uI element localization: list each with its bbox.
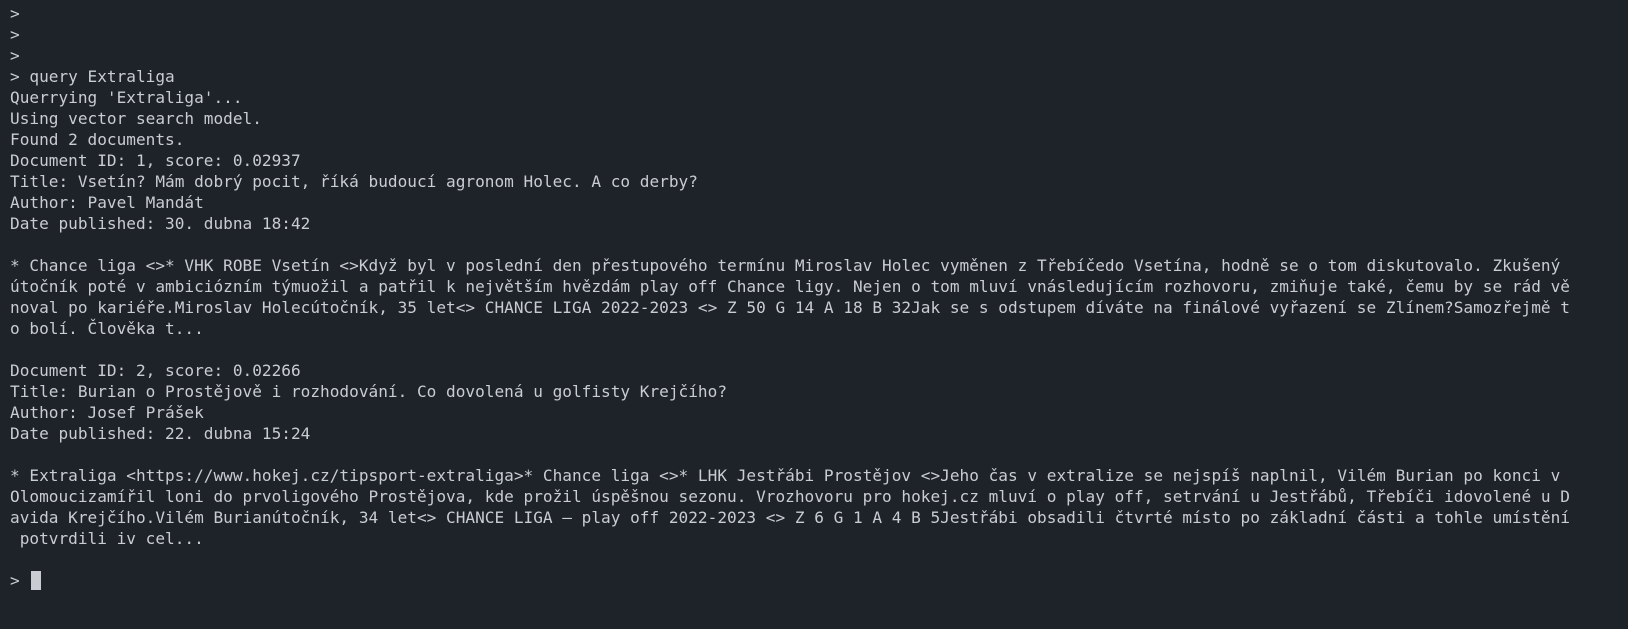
document-body-line: o bolí. Člověka t... <box>10 319 204 338</box>
document-body-line: noval po kariéře.Miroslav Holecútočník, … <box>10 298 1570 317</box>
document-date-line: Date published: 30. dubna 18:42 <box>10 214 311 233</box>
output-line: > <box>10 46 20 65</box>
prompt-line[interactable]: > <box>10 570 1628 591</box>
document-body-line: potvrdili iv cel... <box>10 529 204 548</box>
output-line: Using vector search model. <box>10 109 262 128</box>
output-line: Querrying 'Extraliga'... <box>10 88 243 107</box>
document-body-line: avida Krejčího.Vilém Burianútočník, 34 l… <box>10 508 1570 527</box>
text-cursor <box>31 571 42 590</box>
document-id-line: Document ID: 2, score: 0.02266 <box>10 361 301 380</box>
document-body-line: útočník poté v ambiciózním týmuožil a pa… <box>10 277 1570 296</box>
command-line: > query Extraliga <box>10 67 175 86</box>
output-line: Found 2 documents. <box>10 130 185 149</box>
document-title-line: Title: Vsetín? Mám dobrý pocit, říká bud… <box>10 172 698 191</box>
output-line: > <box>10 25 20 44</box>
terminal-window[interactable]: > > > > query Extraliga Querrying 'Extra… <box>0 0 1628 629</box>
output-line: > <box>10 4 20 23</box>
document-author-line: Author: Pavel Mandát <box>10 193 204 212</box>
document-body-line: Olomoucizamířil loni do prvoligového Pro… <box>10 487 1570 506</box>
document-title-line: Title: Burian o Prostějově i rozhodování… <box>10 382 728 401</box>
prompt-symbol: > <box>10 571 30 590</box>
document-body-line: * Chance liga <>* VHK ROBE Vsetín <>Když… <box>10 256 1561 275</box>
document-date-line: Date published: 22. dubna 15:24 <box>10 424 311 443</box>
document-author-line: Author: Josef Prášek <box>10 403 204 422</box>
document-body-line: * Extraliga <https://www.hokej.cz/tipspo… <box>10 466 1561 485</box>
document-id-line: Document ID: 1, score: 0.02937 <box>10 151 301 170</box>
